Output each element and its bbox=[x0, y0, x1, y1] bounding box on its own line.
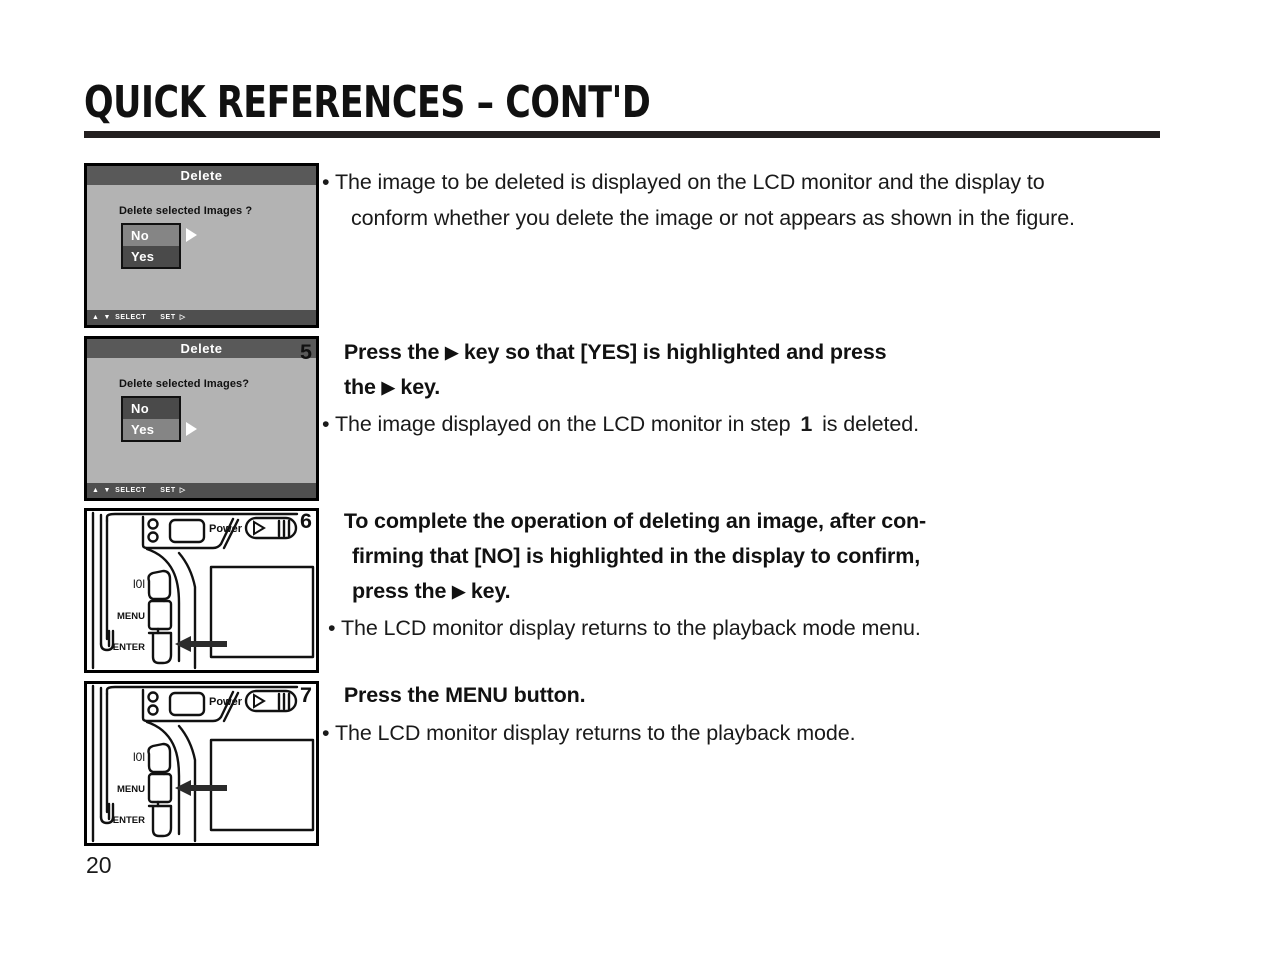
page-header: QUICK REFERENCES – CONT'D bbox=[84, 78, 1160, 138]
step-5-head-b: key so that [YES] is highlighted and pre… bbox=[463, 340, 887, 364]
right-arrow-key-icon: ▶ bbox=[445, 343, 459, 362]
lcd-select-label: SELECT bbox=[115, 313, 147, 321]
step-6-bullet: • The LCD monitor display returns to the… bbox=[322, 610, 1202, 646]
lcd-body: Delete selected Images? No Yes bbox=[87, 358, 316, 483]
title-rule bbox=[84, 131, 1160, 138]
step-5-bullet-ref: 1 bbox=[800, 412, 813, 436]
step-7-head-text: Press the MENU button. bbox=[343, 683, 586, 707]
step-7-block: 7 Press the MENU button. • The LCD monit… bbox=[300, 678, 1202, 751]
step-6-bullet-text: The LCD monitor display returns to the p… bbox=[340, 616, 921, 640]
camera-enter-label: ENTER bbox=[113, 815, 145, 826]
lcd-choice-no[interactable]: No bbox=[123, 398, 179, 419]
page-title: QUICK REFERENCES – CONT'D bbox=[84, 77, 651, 128]
page-number: 20 bbox=[86, 852, 112, 878]
step-5-head-d: key. bbox=[400, 375, 441, 399]
camera-power-label: Power bbox=[209, 696, 243, 708]
step-7-bullet-text: The LCD monitor display returns to the p… bbox=[334, 721, 856, 745]
lcd-statusbar: ▲ ▼ SELECT SET ▷ bbox=[87, 310, 316, 325]
bullet-marker: • bbox=[322, 170, 330, 194]
right-arrow-key-icon: ▶ bbox=[452, 582, 466, 601]
camera-display-label: l0l bbox=[133, 577, 145, 591]
lcd-titlebar: Delete bbox=[87, 166, 316, 185]
lcd-screen-no: Delete Delete selected Images ? No Yes ▲… bbox=[87, 166, 316, 325]
lcd-title: Delete bbox=[180, 341, 223, 356]
step-6-block: 6 To complete the operation of deleting … bbox=[300, 504, 1202, 646]
figure-lcd-delete-no: Delete Delete selected Images ? No Yes ▲… bbox=[84, 163, 319, 328]
camera-power-label: Power bbox=[209, 523, 243, 535]
step-6-heading: 6 To complete the operation of deleting … bbox=[300, 504, 1202, 539]
step-6-head-line3-a: press the bbox=[352, 579, 447, 603]
step-6-head-line2: firming that [NO] is highlighted in the … bbox=[352, 544, 921, 568]
lcd-choice-no[interactable]: No bbox=[123, 225, 179, 246]
step-6-heading-line2: firming that [NO] is highlighted in the … bbox=[322, 539, 1202, 574]
figure-camera-enter: Power l0l MENU ENTER bbox=[84, 508, 319, 673]
figure-camera-menu: Power l0l MENU ENTER bbox=[84, 681, 319, 846]
lcd-statusbar: ▲ ▼ SELECT SET ▷ bbox=[87, 483, 316, 498]
step-5-bullet-a: The image displayed on the LCD monitor i… bbox=[334, 412, 791, 436]
set-arrow-icon: ▷ bbox=[179, 313, 186, 321]
step-5-bullet: • The image displayed on the LCD monitor… bbox=[322, 406, 1202, 442]
lcd-select-label: SELECT bbox=[115, 486, 147, 494]
step-5-heading-line2: the ▶ key. bbox=[322, 370, 1202, 405]
step-6-number: 6 bbox=[300, 509, 312, 533]
lcd-choice-yes[interactable]: Yes bbox=[123, 419, 179, 440]
bullet-marker: • bbox=[322, 721, 330, 745]
camera-menu-label: MENU bbox=[117, 611, 145, 622]
camera-enter-label: ENTER bbox=[113, 642, 145, 653]
step-5-head-c: the bbox=[344, 375, 376, 399]
down-arrow-icon: ▼ bbox=[103, 313, 112, 321]
lcd-cursor-triangle-icon bbox=[186, 228, 197, 242]
step-6-heading-line3: press the ▶ key. bbox=[322, 574, 1202, 609]
intro-line-2: conform whether you delete the image or … bbox=[351, 206, 1075, 230]
down-arrow-icon: ▼ bbox=[103, 486, 112, 494]
pointer-arrow-icon bbox=[175, 780, 227, 796]
set-arrow-icon: ▷ bbox=[179, 486, 186, 494]
lcd-choice-list: No Yes bbox=[121, 396, 181, 442]
lcd-titlebar: Delete bbox=[87, 339, 316, 358]
pointer-arrow-icon bbox=[175, 636, 227, 652]
bullet-marker: • bbox=[328, 616, 336, 640]
step-5-block: 5 Press the ▶ key so that [YES] is highl… bbox=[300, 335, 1202, 442]
lcd-set-label: SET bbox=[160, 486, 176, 494]
camera-display-label: l0l bbox=[133, 750, 145, 764]
lcd-question: Delete selected Images ? bbox=[119, 205, 253, 217]
camera-illustration-menu: Power l0l MENU ENTER bbox=[87, 684, 316, 843]
right-arrow-key-icon: ▶ bbox=[381, 378, 395, 397]
intro-bullet: • The image to be deleted is displayed o… bbox=[322, 164, 1202, 200]
step-6-head-line3-b: key. bbox=[470, 579, 511, 603]
step-7-bullet: • The LCD monitor display returns to the… bbox=[322, 715, 1202, 751]
camera-rear-svg: Power l0l MENU ENTER bbox=[91, 511, 315, 670]
lcd-title: Delete bbox=[180, 168, 223, 183]
lcd-body: Delete selected Images ? No Yes bbox=[87, 185, 316, 310]
intro-line-1: The image to be deleted is displayed on … bbox=[334, 170, 1045, 194]
intro-bullet-line2: conform whether you delete the image or … bbox=[322, 200, 1202, 236]
lcd-screen-yes: Delete Delete selected Images? No Yes ▲ … bbox=[87, 339, 316, 498]
step-6-head-line1: To complete the operation of deleting an… bbox=[343, 509, 927, 533]
bullet-marker: • bbox=[322, 412, 330, 436]
lcd-choice-list: No Yes bbox=[121, 223, 181, 269]
step-5-bullet-b: is deleted. bbox=[822, 412, 919, 436]
figure-lcd-delete-yes: Delete Delete selected Images? No Yes ▲ … bbox=[84, 336, 319, 501]
up-arrow-icon: ▲ bbox=[92, 313, 100, 321]
step-5-number: 5 bbox=[300, 340, 312, 364]
camera-illustration-enter: Power l0l MENU ENTER bbox=[87, 511, 316, 670]
step-5-head-a: Press the bbox=[343, 340, 440, 364]
step-7-heading: 7 Press the MENU button. bbox=[300, 678, 1202, 713]
step-7-number: 7 bbox=[300, 683, 312, 707]
lcd-cursor-triangle-icon bbox=[186, 422, 197, 436]
camera-menu-label: MENU bbox=[117, 784, 145, 795]
step-5-heading: 5 Press the ▶ key so that [YES] is highl… bbox=[300, 335, 1202, 370]
camera-rear-svg: Power l0l MENU ENTER bbox=[91, 684, 315, 843]
lcd-question: Delete selected Images? bbox=[119, 378, 250, 390]
lcd-set-label: SET bbox=[160, 313, 176, 321]
intro-text-block: • The image to be deleted is displayed o… bbox=[322, 164, 1202, 236]
lcd-choice-yes[interactable]: Yes bbox=[123, 246, 179, 267]
up-arrow-icon: ▲ bbox=[92, 486, 100, 494]
